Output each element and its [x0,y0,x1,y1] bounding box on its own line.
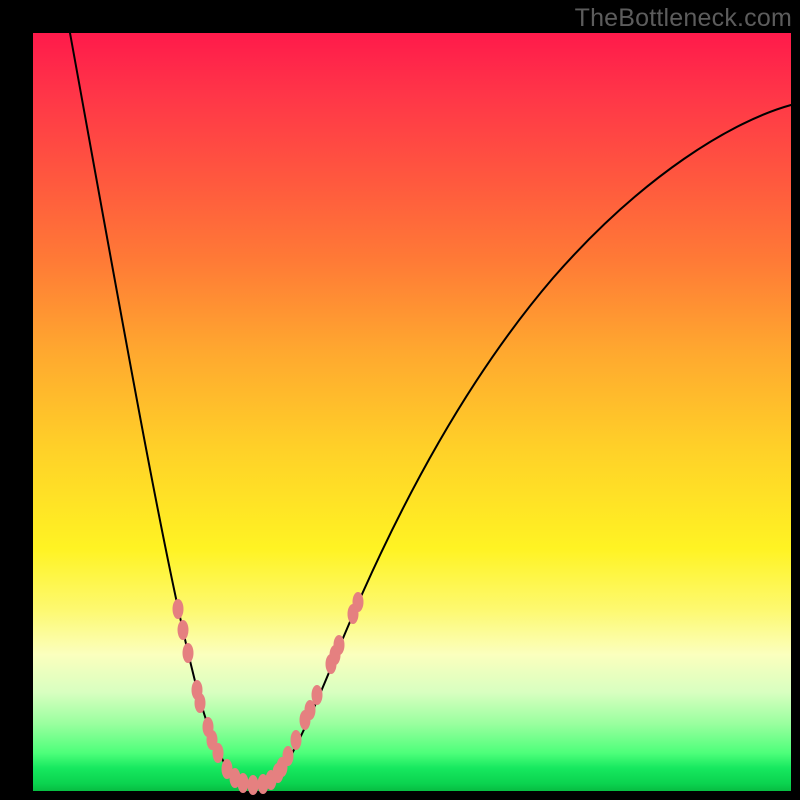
data-marker [213,743,224,763]
data-marker [283,746,294,766]
curve-left-branch [70,33,260,785]
data-marker [291,730,302,750]
data-marker [183,643,194,663]
data-marker [312,685,323,705]
data-marker [178,620,189,640]
data-marker [248,775,259,795]
curve-paths [70,33,791,785]
data-marker [195,693,206,713]
data-marker [238,773,249,793]
watermark-text: TheBottleneck.com [575,4,792,33]
data-marker [353,592,364,612]
curve-layer [33,33,791,791]
data-marker [173,599,184,619]
data-markers [173,592,364,795]
data-marker [334,635,345,655]
curve-right-branch [260,105,791,785]
chart-frame: TheBottleneck.com [0,0,800,800]
